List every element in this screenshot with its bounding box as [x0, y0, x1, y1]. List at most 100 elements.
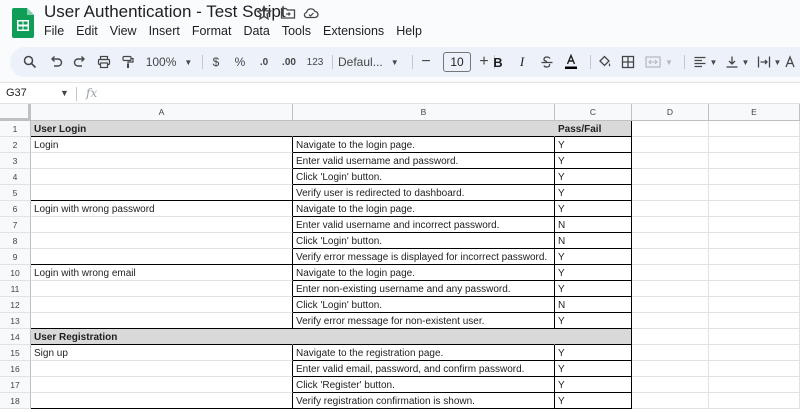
text-color-button[interactable]: [562, 47, 580, 77]
cell-b13[interactable]: Verify error message for non-existent us…: [293, 313, 555, 329]
cell-a13[interactable]: [31, 313, 293, 329]
cell-a16[interactable]: [31, 361, 293, 377]
row-header[interactable]: 10: [0, 265, 31, 281]
cell-d9[interactable]: [632, 249, 709, 265]
merge-cells-button[interactable]: ▼: [642, 47, 676, 77]
cloud-status-icon[interactable]: [303, 5, 319, 21]
increase-decimal-button[interactable]: .00: [278, 47, 300, 77]
name-box[interactable]: G37: [6, 87, 27, 99]
cell-c9[interactable]: Y: [555, 249, 632, 265]
cell-a8[interactable]: [31, 233, 293, 249]
menu-format[interactable]: Format: [192, 24, 232, 42]
row-header[interactable]: 9: [0, 249, 31, 265]
cell-e13[interactable]: [709, 313, 800, 329]
borders-button[interactable]: [618, 47, 638, 77]
cell-d18[interactable]: [632, 393, 709, 409]
cell-c6[interactable]: Y: [555, 201, 632, 217]
cell-d12[interactable]: [632, 297, 709, 313]
cell-e9[interactable]: [709, 249, 800, 265]
cell-c3[interactable]: Y: [555, 153, 632, 169]
cell-b4[interactable]: Click 'Login' button.: [293, 169, 555, 185]
cell-b2[interactable]: Navigate to the login page.: [293, 137, 555, 153]
cell-a7[interactable]: [31, 217, 293, 233]
chevron-down-icon[interactable]: ▼: [60, 88, 69, 98]
font-family-select[interactable]: Defaul... ▼: [338, 47, 404, 77]
more-formats-button[interactable]: 123: [304, 47, 326, 77]
cell-a9[interactable]: [31, 249, 293, 265]
cell-c14[interactable]: [555, 329, 632, 345]
row-header[interactable]: 6: [0, 201, 31, 217]
cell-b14[interactable]: [293, 329, 555, 345]
cell-c12[interactable]: N: [555, 297, 632, 313]
cell-b15[interactable]: Navigate to the registration page.: [293, 345, 555, 361]
font-size-input[interactable]: 10: [443, 52, 471, 72]
cell-c15[interactable]: Y: [555, 345, 632, 361]
row-header[interactable]: 2: [0, 137, 31, 153]
print-button[interactable]: [94, 47, 114, 77]
row-header[interactable]: 8: [0, 233, 31, 249]
cell-e18[interactable]: [709, 393, 800, 409]
row-header[interactable]: 14: [0, 329, 31, 345]
spreadsheet-grid[interactable]: A B C D E 1 User Login Pass/Fail 2 Login Navigate …: [0, 104, 800, 412]
cell-c5[interactable]: Y: [555, 185, 632, 201]
cell-b11[interactable]: Enter non-existing username and any pass…: [293, 281, 555, 297]
cell-c8[interactable]: N: [555, 233, 632, 249]
cell-e12[interactable]: [709, 297, 800, 313]
cell-b8[interactable]: Click 'Login' button.: [293, 233, 555, 249]
cell-d10[interactable]: [632, 265, 709, 281]
menu-extensions[interactable]: Extensions: [323, 24, 384, 42]
cell-c11[interactable]: Y: [555, 281, 632, 297]
row-header[interactable]: 15: [0, 345, 31, 361]
decrease-decimal-button[interactable]: .0: [254, 47, 274, 77]
cell-e14[interactable]: [709, 329, 800, 345]
column-header-a[interactable]: A: [31, 104, 293, 121]
column-header-c[interactable]: C: [555, 104, 632, 121]
cell-a1[interactable]: User Login: [31, 121, 293, 137]
cell-c16[interactable]: Y: [555, 361, 632, 377]
cell-d1[interactable]: [632, 121, 709, 137]
bold-button[interactable]: B: [490, 47, 506, 77]
row-header[interactable]: 13: [0, 313, 31, 329]
column-header-b[interactable]: B: [293, 104, 555, 121]
column-header-e[interactable]: E: [709, 104, 800, 121]
cell-c4[interactable]: Y: [555, 169, 632, 185]
percent-format-button[interactable]: %: [232, 47, 248, 77]
document-title[interactable]: User Authentication - Test Script: [44, 2, 286, 22]
cell-b17[interactable]: Click 'Register' button.: [293, 377, 555, 393]
menu-view[interactable]: View: [110, 24, 137, 42]
cell-d11[interactable]: [632, 281, 709, 297]
undo-button[interactable]: [46, 47, 66, 77]
star-icon[interactable]: [256, 5, 272, 21]
cell-a15[interactable]: Sign up: [31, 345, 293, 361]
cell-d4[interactable]: [632, 169, 709, 185]
menu-edit[interactable]: Edit: [76, 24, 98, 42]
row-header[interactable]: 12: [0, 297, 31, 313]
cell-d5[interactable]: [632, 185, 709, 201]
cell-c17[interactable]: Y: [555, 377, 632, 393]
cell-e4[interactable]: [709, 169, 800, 185]
cell-d7[interactable]: [632, 217, 709, 233]
row-header[interactable]: 11: [0, 281, 31, 297]
cell-b16[interactable]: Enter valid email, password, and confirm…: [293, 361, 555, 377]
cell-e10[interactable]: [709, 265, 800, 281]
row-header[interactable]: 3: [0, 153, 31, 169]
column-header-d[interactable]: D: [632, 104, 709, 121]
cell-a17[interactable]: [31, 377, 293, 393]
cell-a18[interactable]: [31, 393, 293, 409]
cell-b12[interactable]: Click 'Login' button.: [293, 297, 555, 313]
cell-a10[interactable]: Login with wrong email: [31, 265, 293, 281]
cell-d17[interactable]: [632, 377, 709, 393]
cell-d15[interactable]: [632, 345, 709, 361]
cell-b7[interactable]: Enter valid username and incorrect passw…: [293, 217, 555, 233]
menu-data[interactable]: Data: [243, 24, 269, 42]
row-header[interactable]: 5: [0, 185, 31, 201]
cell-d16[interactable]: [632, 361, 709, 377]
cell-b10[interactable]: Navigate to the login page.: [293, 265, 555, 281]
cell-e1[interactable]: [709, 121, 800, 137]
cell-e8[interactable]: [709, 233, 800, 249]
cell-b5[interactable]: Verify user is redirected to dashboard.: [293, 185, 555, 201]
cell-e6[interactable]: [709, 201, 800, 217]
cell-b18[interactable]: Verify registration confirmation is show…: [293, 393, 555, 409]
cell-b1[interactable]: [293, 121, 555, 137]
cell-e5[interactable]: [709, 185, 800, 201]
